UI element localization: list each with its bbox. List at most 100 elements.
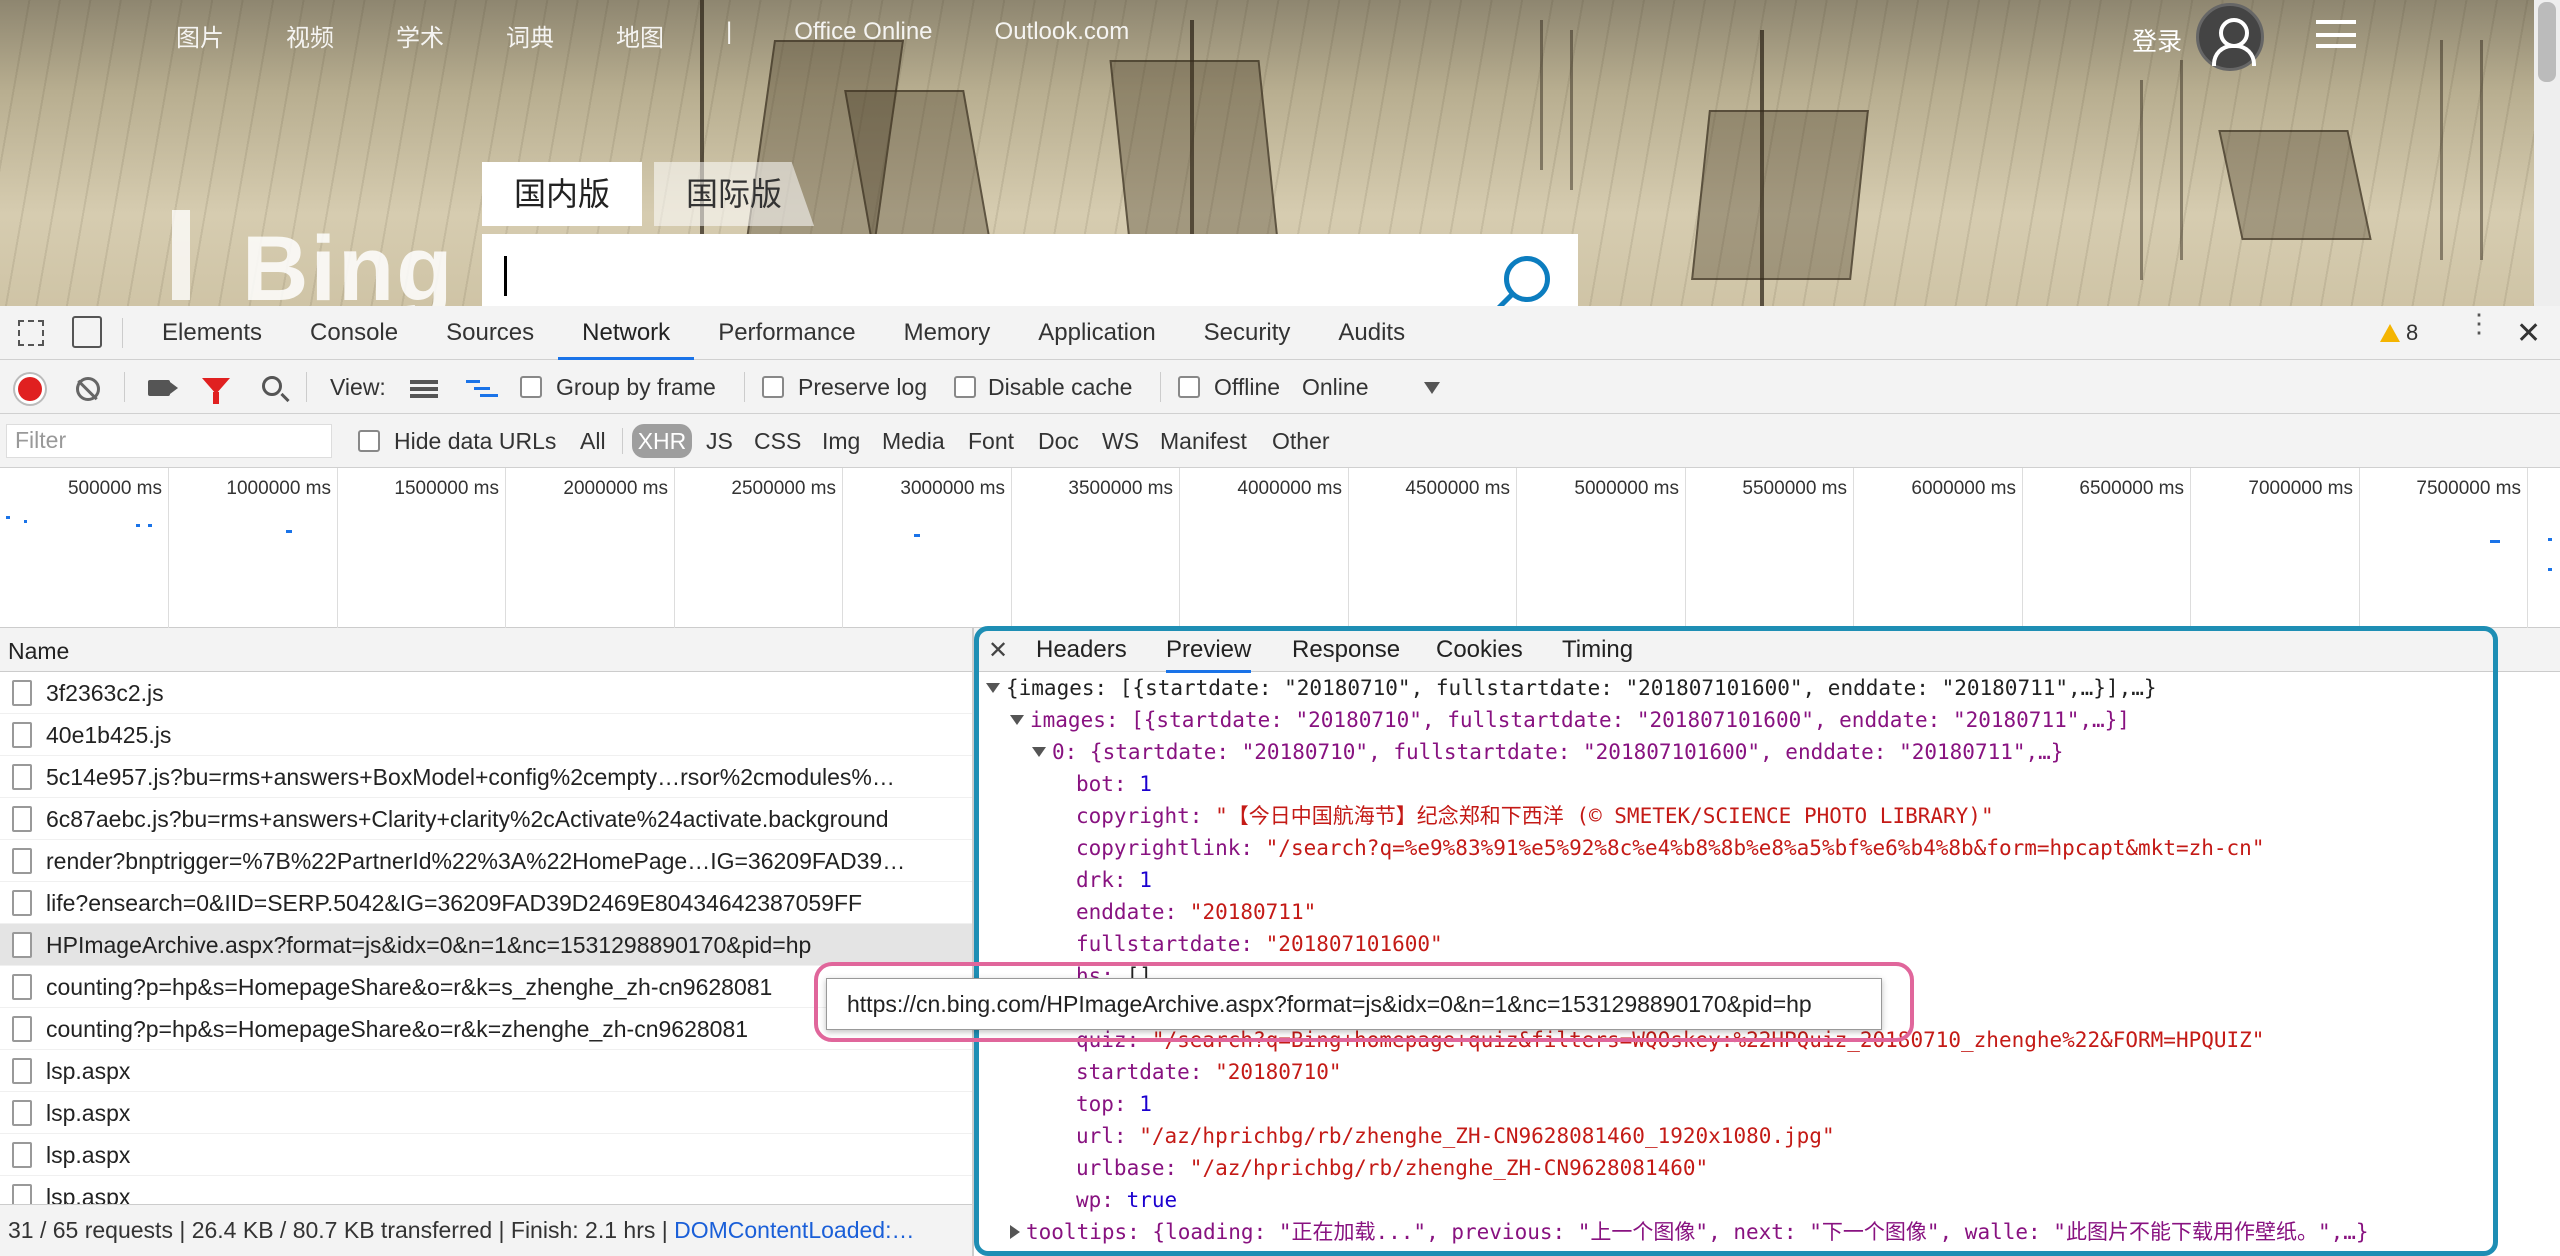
filter-img[interactable]: Img <box>822 428 860 455</box>
nav-office-online[interactable]: Office Online <box>794 18 932 53</box>
throttling-select[interactable]: Online <box>1302 374 1368 401</box>
filter-js[interactable]: JS <box>706 428 733 455</box>
tab-network[interactable]: Network <box>558 306 695 360</box>
search-input[interactable] <box>482 234 1578 306</box>
record-button[interactable] <box>18 377 42 401</box>
bing-logo-text: Bing <box>242 218 455 306</box>
calligraphy <box>1570 30 1573 190</box>
filter-xhr[interactable]: XHR <box>632 424 692 458</box>
divider <box>744 372 745 402</box>
request-row[interactable]: 3f2363c2.js <box>0 672 972 714</box>
timeline-tick-label: 6500000 ms <box>2079 478 2184 499</box>
file-icon <box>12 806 32 832</box>
filter-manifest[interactable]: Manifest <box>1160 428 1247 455</box>
overview-icon[interactable] <box>466 378 498 398</box>
request-name: 5c14e957.js?bu=rms+answers+BoxModel+conf… <box>46 764 895 790</box>
filter-ws[interactable]: WS <box>1102 428 1139 455</box>
tab-console[interactable]: Console <box>286 306 422 360</box>
calligraphy <box>2140 80 2143 280</box>
timeline-tick-label: 6000000 ms <box>1911 478 2016 499</box>
filter-input[interactable]: Filter <box>6 424 332 458</box>
tab-elements[interactable]: Elements <box>138 306 286 360</box>
calligraphy <box>2180 60 2183 260</box>
request-row[interactable]: render?bnptrigger=%7B%22PartnerId%22%3A%… <box>0 840 972 882</box>
request-row[interactable]: lsp.aspx <box>0 1050 972 1092</box>
hamburger-menu-icon[interactable] <box>2316 20 2356 48</box>
tab-audits[interactable]: Audits <box>1314 306 1429 360</box>
nav-dictionary[interactable]: 词典 <box>506 18 554 53</box>
request-activity-mark <box>2490 540 2500 543</box>
request-row[interactable]: lsp.aspx <box>0 1092 972 1134</box>
request-name: counting?p=hp&s=HomepageShare&o=r&k=zhen… <box>46 1016 749 1042</box>
tab-sources[interactable]: Sources <box>422 306 558 360</box>
request-row[interactable]: 40e1b425.js <box>0 714 972 756</box>
nav-videos[interactable]: 视频 <box>286 18 334 53</box>
scrollbar-thumb[interactable] <box>2538 2 2556 82</box>
capture-screenshots-icon[interactable] <box>148 380 170 396</box>
filter-all[interactable]: All <box>580 428 606 455</box>
hide-data-urls-checkbox[interactable] <box>358 430 380 452</box>
clear-icon[interactable] <box>76 377 100 401</box>
divider <box>622 428 623 454</box>
request-row[interactable]: life?ensearch=0&IID=SERP.5042&IG=36209FA… <box>0 882 972 924</box>
chevron-down-icon[interactable] <box>1424 382 1440 394</box>
file-icon <box>12 890 32 916</box>
timeline-gridline <box>1179 468 1180 628</box>
offline-label: Offline <box>1214 374 1281 400</box>
tab-domestic[interactable]: 国内版 <box>482 162 643 226</box>
bing-b-mark <box>172 210 212 300</box>
nav-outlook[interactable]: Outlook.com <box>995 18 1130 53</box>
avatar-icon[interactable] <box>2196 3 2264 71</box>
group-by-frame-checkbox[interactable] <box>520 376 542 398</box>
request-row[interactable]: HPImageArchive.aspx?format=js&idx=0&n=1&… <box>0 924 972 966</box>
filter-doc[interactable]: Doc <box>1038 428 1079 455</box>
network-overview-timeline[interactable]: 500000 ms 1000000 ms 1500000 ms 2000000 ms 2… <box>0 468 2560 628</box>
request-row[interactable]: 6c87aebc.js?bu=rms+answers+Clarity+clari… <box>0 798 972 840</box>
name-column-header[interactable]: Name <box>0 628 972 672</box>
device-toolbar-icon[interactable] <box>72 316 102 348</box>
tab-performance[interactable]: Performance <box>694 306 879 360</box>
timeline-tick-label: 5000000 ms <box>1574 478 1679 499</box>
request-activity-mark <box>136 524 140 527</box>
filter-font[interactable]: Font <box>968 428 1014 455</box>
divider <box>1160 372 1161 402</box>
filter-media[interactable]: Media <box>882 428 945 455</box>
disable-cache-checkbox[interactable] <box>954 376 976 398</box>
status-summary: 31 / 65 requests | 26.4 KB / 80.7 KB tra… <box>8 1217 675 1243</box>
filter-other[interactable]: Other <box>1272 428 1330 455</box>
tab-memory[interactable]: Memory <box>880 306 1015 360</box>
request-row[interactable]: 5c14e957.js?bu=rms+answers+BoxModel+conf… <box>0 756 972 798</box>
request-activity-mark <box>914 534 920 537</box>
request-name: 40e1b425.js <box>46 722 172 748</box>
calligraphy <box>2440 40 2443 260</box>
login-link[interactable]: 登录 <box>2132 22 2182 58</box>
filter-css[interactable]: CSS <box>754 428 801 455</box>
inspect-element-icon[interactable] <box>18 320 44 346</box>
warning-counter[interactable]: 8 <box>2380 320 2418 346</box>
nav-academic[interactable]: 学术 <box>396 18 444 53</box>
group-by-frame-label: Group by frame <box>556 374 716 400</box>
tab-security[interactable]: Security <box>1180 306 1315 360</box>
preserve-log-checkbox[interactable] <box>762 376 784 398</box>
divider <box>124 372 125 402</box>
nav-maps[interactable]: 地图 <box>616 18 664 53</box>
text-caret <box>504 256 507 296</box>
tab-international[interactable]: 国际版 <box>654 162 815 226</box>
large-rows-icon[interactable] <box>410 380 438 398</box>
close-icon[interactable]: ✕ <box>2516 316 2541 351</box>
timeline-gridline <box>842 468 843 628</box>
request-row[interactable]: lsp.aspx <box>0 1176 972 1204</box>
request-row[interactable]: lsp.aspx <box>0 1134 972 1176</box>
search-icon[interactable] <box>1504 256 1550 302</box>
file-icon <box>12 680 32 706</box>
nav-images[interactable]: 图片 <box>176 18 224 53</box>
tab-application[interactable]: Application <box>1014 306 1179 360</box>
file-icon <box>12 1100 32 1126</box>
offline-checkbox[interactable] <box>1178 376 1200 398</box>
ship-sail <box>1691 110 1869 280</box>
filter-icon[interactable] <box>202 378 230 404</box>
search-icon[interactable] <box>262 376 282 396</box>
request-name: lsp.aspx <box>46 1100 131 1126</box>
more-options-icon[interactable]: ⋮ <box>2466 310 2492 336</box>
domcontentloaded-time: DOMContentLoaded:… <box>674 1217 915 1243</box>
